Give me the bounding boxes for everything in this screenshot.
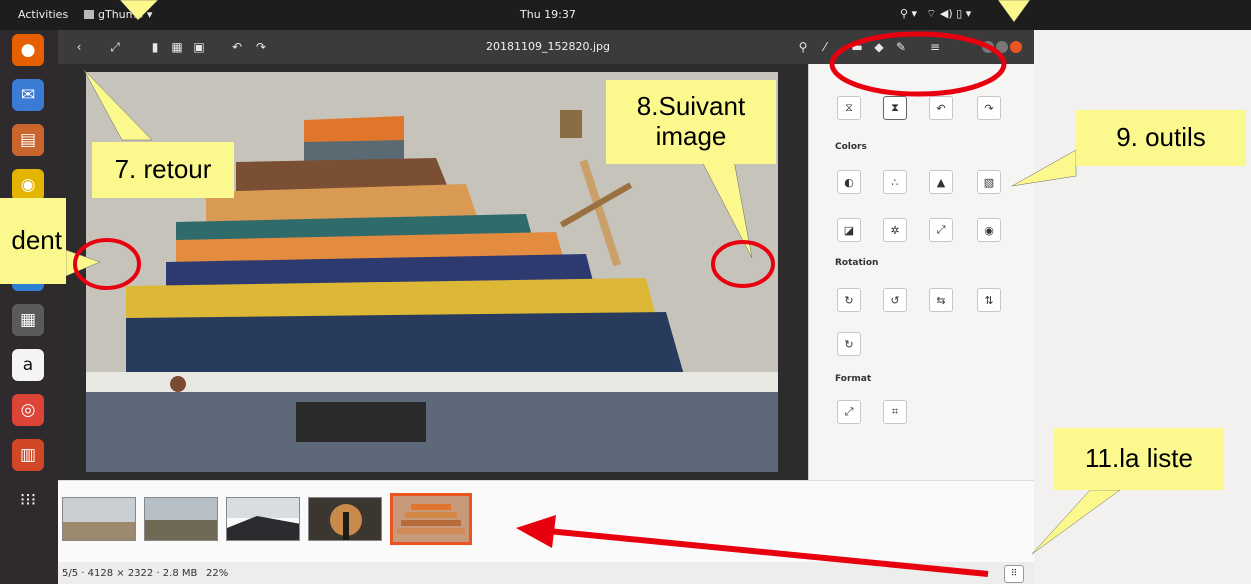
tool-stretch[interactable]: ⤢ xyxy=(929,218,953,242)
tool-sharpen[interactable]: ✲ xyxy=(883,218,907,242)
files-icon[interactable]: ▤ xyxy=(12,124,44,156)
tool-dither[interactable]: ∴ xyxy=(883,170,907,194)
close-button[interactable] xyxy=(1010,41,1022,53)
tool-redo[interactable]: ↷ xyxy=(977,96,1001,120)
thumbnail-5-selected[interactable] xyxy=(390,493,472,545)
callout-precedent: dent xyxy=(0,198,66,284)
zoom-level[interactable]: 22% xyxy=(206,568,228,579)
view-single-button[interactable]: ▮ xyxy=(146,38,164,56)
format-section-label: Format xyxy=(835,374,872,384)
callout-liste: 11.la liste xyxy=(1054,428,1224,490)
fullscreen-button[interactable]: ⤢ xyxy=(106,38,124,56)
image-info: 5/5 · 4128 × 2322 · 2.8 MB xyxy=(62,568,198,579)
amazon-icon[interactable]: a xyxy=(12,349,44,381)
tool-grayscale[interactable]: ▧ xyxy=(977,170,1001,194)
rhythmbox-icon[interactable]: ◉ xyxy=(12,169,44,201)
tool-hourglass[interactable]: ⧗ xyxy=(883,96,907,120)
app-grid-icon[interactable]: ⁝⁝⁝ xyxy=(12,484,44,516)
activities-button[interactable]: Activities xyxy=(18,8,68,21)
colors-section-label: Colors xyxy=(835,142,867,152)
thumbnail-2[interactable] xyxy=(144,497,218,541)
minimize-button[interactable] xyxy=(982,41,994,53)
thumbnail-4[interactable] xyxy=(308,497,382,541)
rotate-left-button[interactable]: ↶ xyxy=(228,38,246,56)
callout-retour: 7. retour xyxy=(92,142,234,198)
thumbnail-1[interactable] xyxy=(62,497,136,541)
maximize-button[interactable] xyxy=(996,41,1008,53)
firefox-icon[interactable]: ● xyxy=(12,34,44,66)
clock[interactable]: Thu 19:37 xyxy=(520,8,576,21)
comment-button[interactable]: ▬ xyxy=(848,38,866,56)
callout-pointer-liste xyxy=(1031,489,1121,555)
tag-button[interactable]: ◆ xyxy=(870,38,888,56)
thumbnail-strip xyxy=(58,480,1034,563)
header-bar: ‹ ⤢ ▮ ▦ ▣ ↶ ↷ 20181109_152820.jpg ⚲ ⁄ ▬ … xyxy=(58,30,1034,64)
view-info-button[interactable]: ▣ xyxy=(190,38,208,56)
tools-button[interactable]: ✎ xyxy=(892,38,910,56)
thunderbird-icon[interactable]: ✉ xyxy=(12,79,44,111)
rotation-section-label: Rotation xyxy=(835,258,879,268)
chrome-icon[interactable]: ◎ xyxy=(12,394,44,426)
app-menu[interactable]: gThumb ▾ xyxy=(84,8,152,21)
dock: ●✉▤◉▣?▦a◎▥⁝⁝⁝ xyxy=(0,30,58,584)
edit-button[interactable]: ⁄ xyxy=(816,38,834,56)
status-bar: 5/5 · 4128 × 2322 · 2.8 MB 22% ⠿ xyxy=(58,562,1034,584)
view-grid-button[interactable]: ▦ xyxy=(168,38,186,56)
shotwell-icon[interactable]: ▦ xyxy=(12,304,44,336)
tool-flip-vertical[interactable]: ⇅ xyxy=(977,288,1001,312)
tool-flip-horizontal[interactable]: ⇆ xyxy=(929,288,953,312)
impress-icon[interactable]: ▥ xyxy=(12,439,44,471)
location-button[interactable]: ⚲ xyxy=(794,38,812,56)
tool-adjust-colors[interactable]: ◐ xyxy=(837,170,861,194)
accessibility-menu[interactable]: ⚲ ▾ xyxy=(900,7,917,20)
thumbnail-3[interactable] xyxy=(226,497,300,541)
tool-redeye[interactable]: ◉ xyxy=(977,218,1001,242)
rotate-right-button[interactable]: ↷ xyxy=(252,38,270,56)
back-button[interactable]: ‹ xyxy=(70,38,88,56)
gthumb-icon xyxy=(84,10,94,19)
tool-resize[interactable]: ⤢ xyxy=(837,400,861,424)
tool-rotate-left[interactable]: ↺ xyxy=(883,288,907,312)
tool-rotate[interactable]: ↻ xyxy=(837,332,861,356)
tool-undo-history[interactable]: ⧖ xyxy=(837,96,861,120)
tool-crop[interactable]: ⌗ xyxy=(883,400,907,424)
callout-outils: 9. outils xyxy=(1076,110,1246,166)
callout-suivant: 8.Suivant image xyxy=(606,80,776,164)
tools-panel: ⧖ ⧗ ↶ ↷ Colors ◐ ∴ ▲ ▧ ◪ ✲ ⤢ ◉ Rotation … xyxy=(808,64,1035,480)
system-top-bar: Activities gThumb ▾ Thu 19:37 ⚲ ▾ ⌔ ◀) ▯ … xyxy=(0,0,1251,30)
tool-levels[interactable]: ▲ xyxy=(929,170,953,194)
tool-undo[interactable]: ↶ xyxy=(929,96,953,120)
app-menu-label: gThumb ▾ xyxy=(98,8,153,21)
toggle-thumbnails-button[interactable]: ⠿ xyxy=(1004,565,1024,583)
system-tray[interactable]: ⚲ ▾ ⌔ ◀) ▯ ▾ xyxy=(900,7,980,21)
status-menu[interactable]: ⌔ ◀) ▯ ▾ xyxy=(926,7,971,20)
tool-rotate-right[interactable]: ↻ xyxy=(837,288,861,312)
window-title: 20181109_152820.jpg xyxy=(486,40,610,53)
menu-button[interactable]: ≡ xyxy=(926,38,944,56)
tool-negative[interactable]: ◪ xyxy=(837,218,861,242)
